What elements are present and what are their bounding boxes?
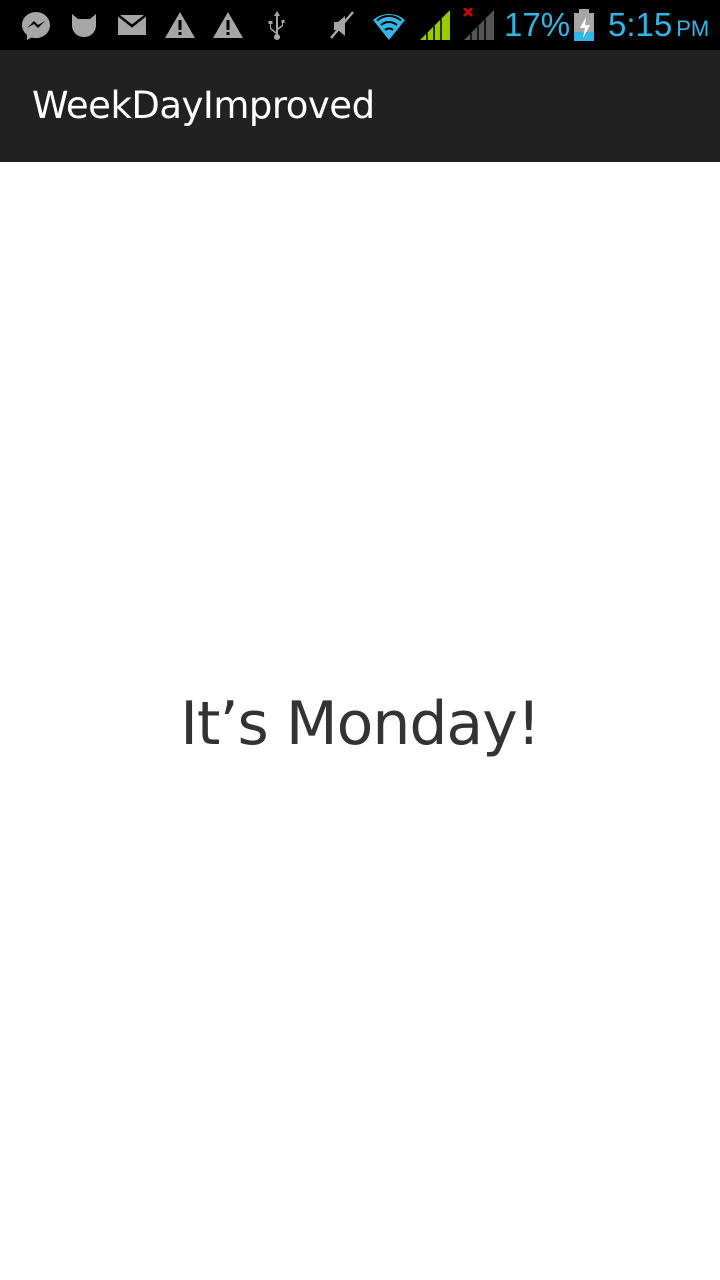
clock: 5:15 PM xyxy=(608,4,709,46)
clock-time: 5:15 xyxy=(608,6,673,43)
mute-icon xyxy=(325,8,359,42)
warning-icon xyxy=(163,8,197,42)
day-message: It’s Monday! xyxy=(180,689,541,759)
clock-ampm: PM xyxy=(676,16,710,41)
action-bar: WeekDayImproved xyxy=(0,50,720,162)
status-bar: 17% 5:15 PM xyxy=(0,0,720,50)
cell-signal-icon xyxy=(418,8,452,42)
battery-percent: 17% xyxy=(504,6,571,43)
cat-notification-icon xyxy=(67,8,101,42)
wifi-icon xyxy=(372,8,406,42)
email-icon xyxy=(115,8,149,42)
main-content: It’s Monday! xyxy=(0,162,720,1280)
battery-charging-icon xyxy=(569,8,599,42)
warning-icon xyxy=(211,8,245,42)
app-title: WeekDayImproved xyxy=(32,84,375,127)
messenger-icon xyxy=(19,8,53,42)
usb-icon xyxy=(260,8,294,42)
cell-signal-no-service-icon xyxy=(462,8,496,42)
